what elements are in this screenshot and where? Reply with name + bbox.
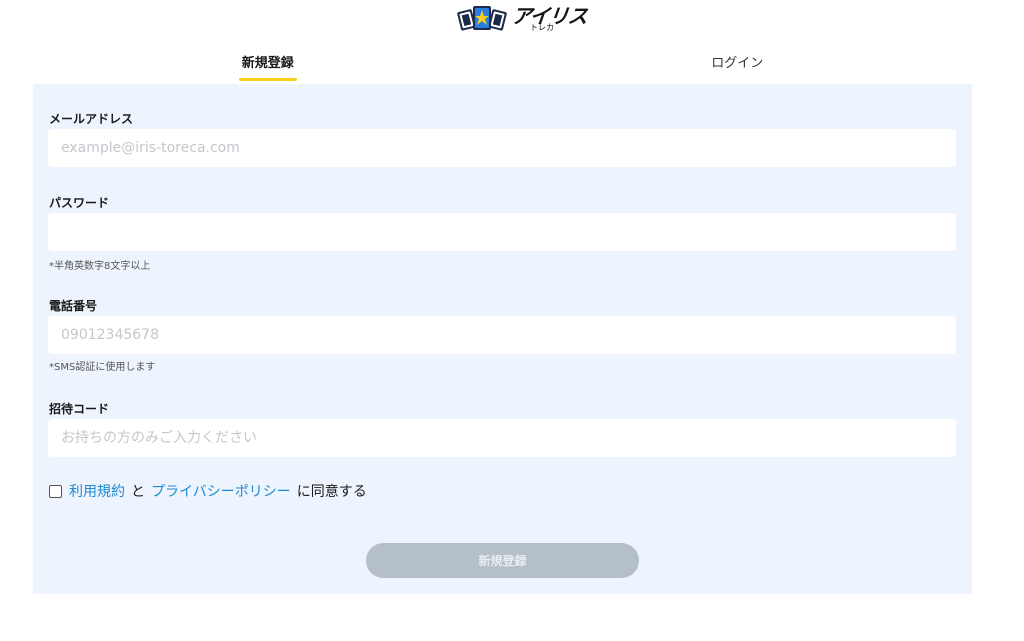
password-label: パスワード (49, 196, 110, 210)
brand-logo[interactable]: アイリス トレカ (456, 3, 589, 33)
brand-wordmark: アイリス トレカ (508, 3, 589, 33)
invite-code-label: 招待コード (49, 402, 110, 416)
invite-code-field[interactable] (48, 419, 956, 457)
password-hint: *半角英数字8文字以上 (49, 261, 151, 272)
agreement-row: 利用規約 と プライバシーポリシー に同意する (49, 481, 373, 501)
register-submit-button[interactable]: 新規登録 (366, 543, 639, 578)
tab-register[interactable]: 新規登録 (33, 40, 503, 84)
tab-login[interactable]: ログイン (503, 40, 973, 84)
tab-login-label: ログイン (711, 56, 764, 71)
password-field[interactable] (48, 213, 956, 251)
agreement-suffix: に同意する (296, 484, 367, 500)
tab-register-label: 新規登録 (241, 56, 294, 71)
email-label: メールアドレス (49, 112, 134, 126)
active-tab-indicator (238, 78, 297, 81)
terms-link[interactable]: 利用規約 (69, 481, 125, 501)
cards-logo-icon (457, 6, 507, 31)
site-header: アイリス トレカ (0, 0, 1024, 36)
phone-hint: *SMS認証に使用します (49, 362, 156, 373)
phone-field[interactable] (48, 316, 956, 354)
phone-label: 電話番号 (49, 299, 98, 313)
agree-checkbox[interactable] (49, 484, 62, 498)
agreement-connector: と (131, 484, 145, 500)
auth-tabs: 新規登録 ログイン (33, 40, 972, 84)
brand-subname: トレカ (530, 23, 554, 32)
email-field[interactable] (48, 129, 956, 167)
privacy-policy-link[interactable]: プライバシーポリシー (151, 481, 291, 501)
registration-form: メールアドレス パスワード *半角英数字8文字以上 電話番号 *SMS認証に使用… (33, 84, 972, 594)
